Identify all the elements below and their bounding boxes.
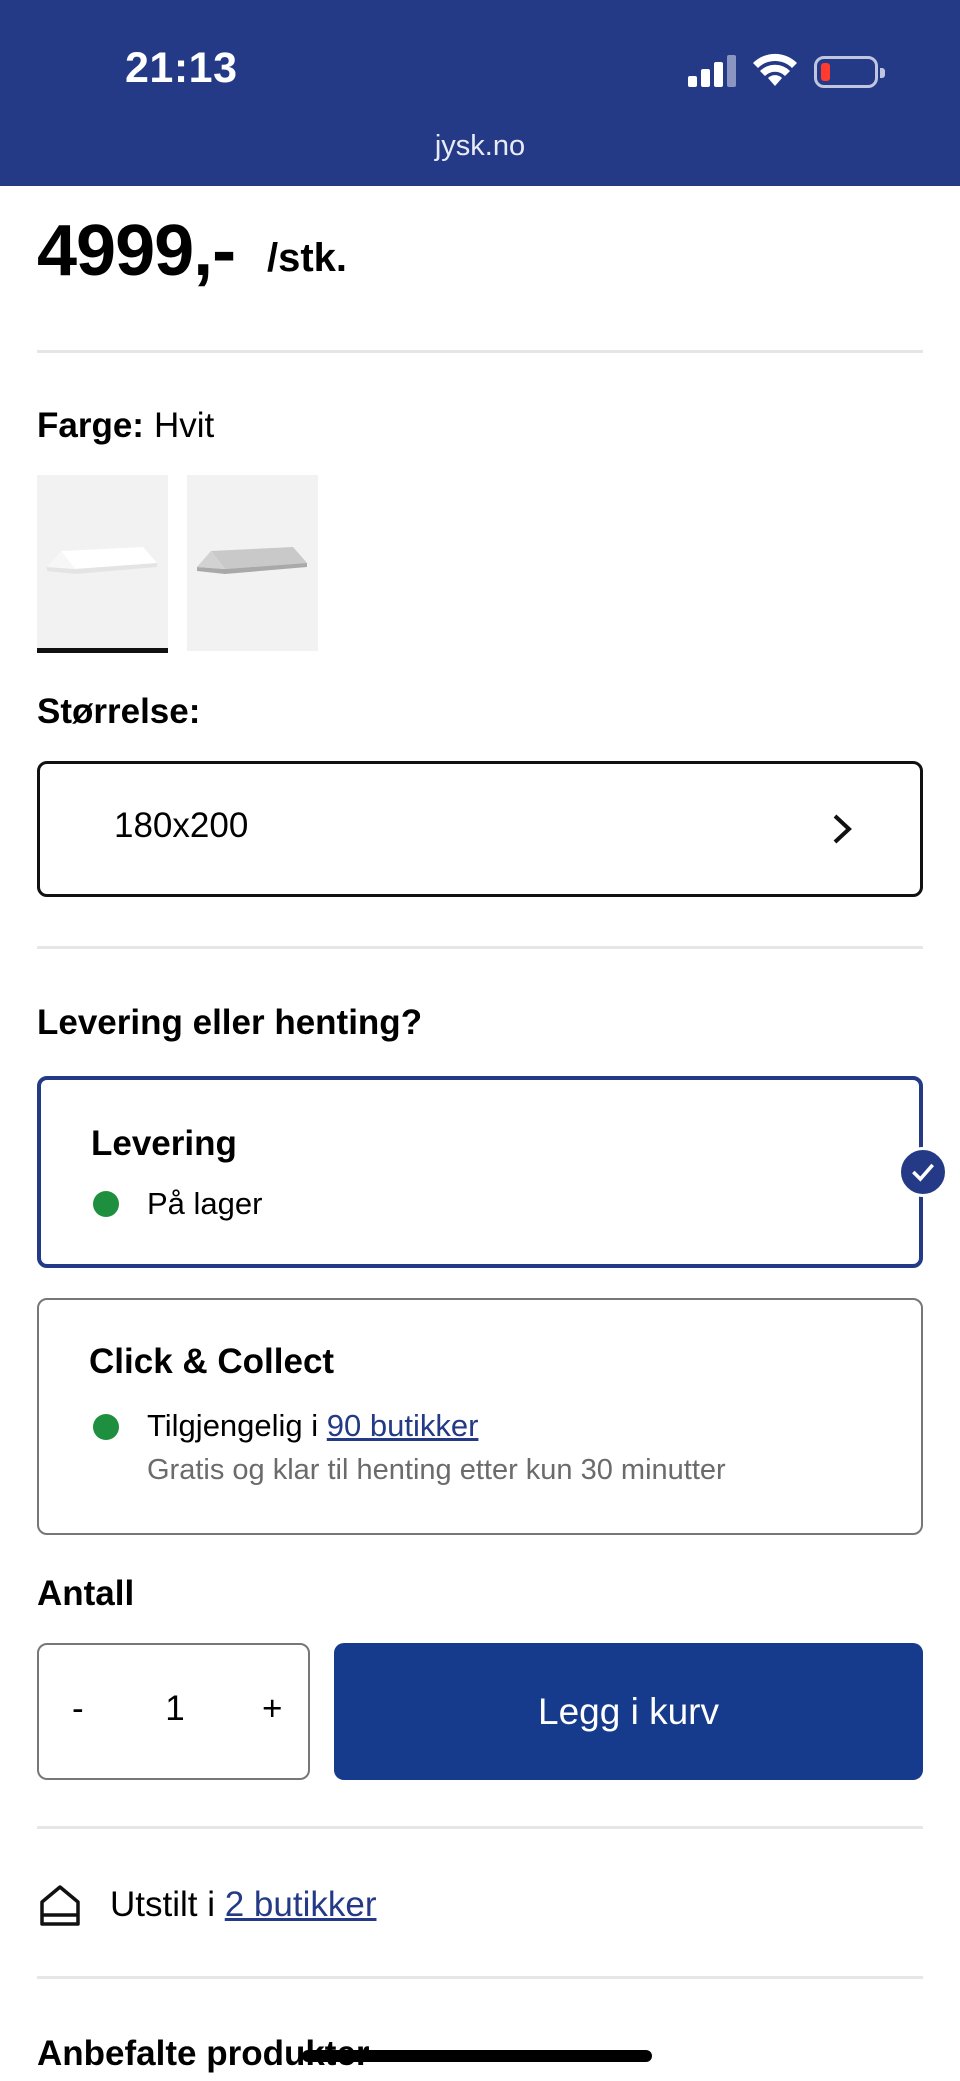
option-title: Levering [91, 1124, 237, 1163]
color-value: Hvit [154, 406, 215, 445]
displayed-stores-link[interactable]: 2 butikker [225, 1885, 377, 1924]
divider [37, 1826, 923, 1829]
delivery-option-click-collect[interactable]: Click & Collect Tilgjengelig i 90 butikk… [37, 1298, 923, 1535]
divider [37, 350, 923, 353]
chevron-right-icon [833, 814, 852, 844]
availability-prefix: Tilgjengelig i [147, 1408, 327, 1443]
mattress-topper-white-image [47, 547, 157, 574]
battery-icon [814, 56, 885, 88]
checkmark-icon [898, 1147, 948, 1197]
cellular-signal-icon [688, 55, 738, 87]
availability-text: Tilgjengelig i 90 butikker [147, 1408, 478, 1444]
quantity-value[interactable]: 1 [165, 1689, 185, 1729]
home-indicator[interactable] [302, 2050, 652, 2062]
size-selector[interactable]: 180x200 [37, 761, 923, 897]
wifi-icon [753, 53, 797, 86]
increase-quantity-button[interactable]: + [262, 1689, 282, 1729]
divider [37, 1976, 923, 1979]
add-to-cart-button[interactable]: Legg i kurv [334, 1643, 923, 1780]
store-icon [40, 1885, 80, 1926]
quantity-stepper: - 1 + [37, 1643, 310, 1780]
status-bar: 21:13 jysk.no [0, 0, 960, 186]
stores-availability-link[interactable]: 90 butikker [327, 1408, 479, 1443]
stock-status: På lager [147, 1186, 263, 1221]
pickup-note: Gratis og klar til henting etter kun 30 … [147, 1454, 726, 1486]
color-swatch-white[interactable] [37, 475, 168, 653]
in-stock-dot [93, 1414, 119, 1440]
product-price: 4999,- [37, 211, 236, 291]
delivery-heading: Levering eller henting? [37, 1003, 423, 1042]
size-label: Størrelse: [37, 692, 201, 731]
displayed-prefix: Utstilt i [110, 1885, 225, 1924]
decrease-quantity-button[interactable]: - [72, 1689, 84, 1729]
delivery-option-levering[interactable]: Levering På lager [37, 1076, 923, 1268]
option-title: Click & Collect [89, 1342, 335, 1381]
status-time: 21:13 [125, 44, 238, 92]
displayed-in-stores: Utstilt i 2 butikker [110, 1885, 376, 1925]
color-swatch-grey[interactable] [187, 475, 318, 651]
quantity-label: Antall [37, 1574, 135, 1613]
color-label: Farge: [37, 406, 144, 445]
price-unit: /stk. [267, 236, 348, 280]
size-value: 180x200 [114, 806, 249, 845]
mattress-topper-grey-image [197, 547, 307, 574]
in-stock-dot [93, 1191, 119, 1217]
divider [37, 946, 923, 949]
address-bar-url[interactable]: jysk.no [0, 130, 960, 163]
